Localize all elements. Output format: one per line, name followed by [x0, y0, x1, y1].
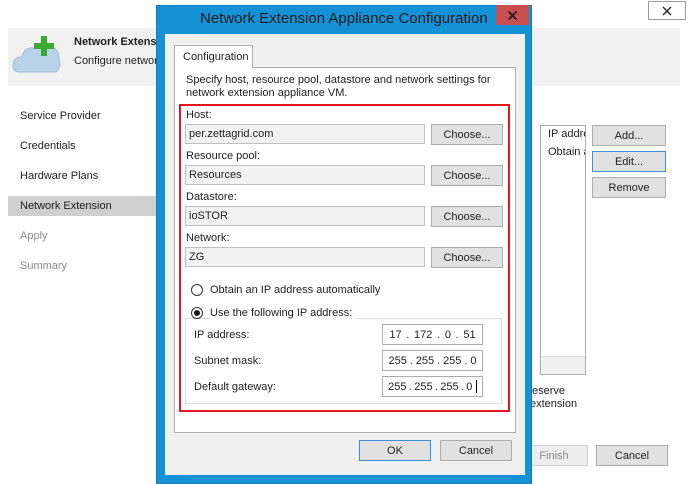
- table-hscrollbar[interactable]: [541, 356, 585, 374]
- highlight-frame: [179, 104, 510, 412]
- table-row[interactable]: Obtain a: [548, 146, 585, 158]
- add-button[interactable]: Add...: [592, 125, 666, 146]
- nav-item-network-extension[interactable]: Network Extension: [8, 196, 156, 216]
- dialog-close-button[interactable]: [496, 5, 529, 25]
- tab-configuration[interactable]: Configuration: [174, 45, 253, 68]
- edit-button[interactable]: Edit...: [592, 151, 666, 172]
- nav-item-summary: Summary: [20, 260, 68, 272]
- remove-button[interactable]: Remove: [592, 177, 666, 198]
- table-header-ip[interactable]: IP addre: [548, 128, 585, 140]
- wizard-cancel-button[interactable]: Cancel: [596, 445, 668, 466]
- dialog-description: Specify host, resource pool, datastore a…: [186, 74, 491, 99]
- dialog-title: Network Extension Appliance Configuratio…: [200, 10, 488, 27]
- wizard-close-button[interactable]: [648, 1, 686, 20]
- wizard-note-line1: eserve: [532, 385, 566, 397]
- cloud-plus-icon: [12, 36, 61, 73]
- nav-item-credentials[interactable]: Credentials: [8, 136, 156, 156]
- network-extension-table[interactable]: [540, 125, 586, 375]
- nav-item-apply: Apply: [20, 230, 48, 242]
- nav-item-service-provider[interactable]: Service Provider: [8, 106, 156, 126]
- close-icon: [507, 10, 518, 20]
- wizard-note-line2: extension: [530, 398, 578, 410]
- dialog-cancel-button[interactable]: Cancel: [440, 440, 512, 461]
- ok-button[interactable]: OK: [359, 440, 431, 461]
- close-icon: [662, 6, 672, 15]
- nav-item-hardware-plans[interactable]: Hardware Plans: [8, 166, 156, 186]
